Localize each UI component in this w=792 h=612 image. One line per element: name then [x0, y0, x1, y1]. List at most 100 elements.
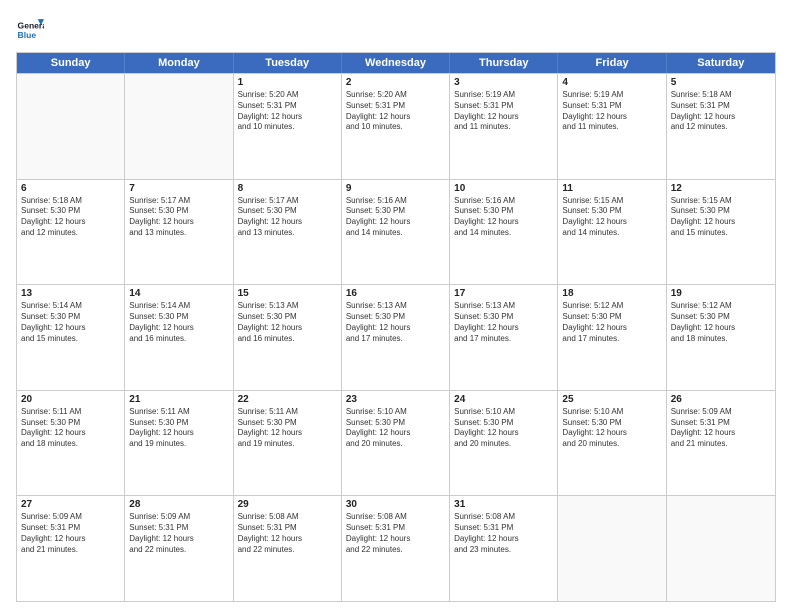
day-info: Sunrise: 5:14 AM Sunset: 5:30 PM Dayligh…: [21, 301, 120, 344]
day-number: 16: [346, 288, 445, 299]
day-cell-18: 18Sunrise: 5:12 AM Sunset: 5:30 PM Dayli…: [558, 285, 666, 390]
header-day-friday: Friday: [558, 53, 666, 73]
day-cell-29: 29 Sunrise: 5:08 AM Sunset: 5:31 PM Dayli…: [234, 496, 342, 601]
day-cell-14: 14 Sunrise: 5:14 AM Sunset: 5:30 PM Dayli…: [125, 285, 233, 390]
day-cell-16: 16Sunrise: 5:13 AM Sunset: 5:30 PM Dayli…: [342, 285, 450, 390]
day-info: Sunrise: 5:19 AM Sunset: 5:31 PM Dayligh…: [454, 90, 553, 133]
header-day-saturday: Saturday: [667, 53, 775, 73]
header-day-tuesday: Tuesday: [234, 53, 342, 73]
day-cell-30: 30 Sunrise: 5:08 AM Sunset: 5:31 PM Dayli…: [342, 496, 450, 601]
day-number: 13: [21, 288, 120, 299]
day-cell-3: 3 Sunrise: 5:19 AM Sunset: 5:31 PM Daylig…: [450, 74, 558, 179]
day-number: 9: [346, 183, 445, 194]
day-info: Sunrise: 5:10 AM Sunset: 5:30 PM Dayligh…: [454, 407, 553, 450]
calendar-row-3: 20Sunrise: 5:11 AM Sunset: 5:30 PM Dayli…: [17, 390, 775, 496]
day-cell-11: 11 Sunrise: 5:15 AM Sunset: 5:30 PM Dayli…: [558, 180, 666, 285]
day-info: Sunrise: 5:18 AM Sunset: 5:30 PM Dayligh…: [21, 196, 120, 239]
day-number: 23: [346, 394, 445, 405]
day-info: Sunrise: 5:15 AM Sunset: 5:30 PM Dayligh…: [671, 196, 771, 239]
day-number: 30: [346, 499, 445, 510]
day-number: 7: [129, 183, 228, 194]
day-info: Sunrise: 5:17 AM Sunset: 5:30 PM Dayligh…: [238, 196, 337, 239]
day-cell-7: 7 Sunrise: 5:17 AM Sunset: 5:30 PM Daylig…: [125, 180, 233, 285]
day-number: 3: [454, 77, 553, 88]
day-number: 17: [454, 288, 553, 299]
day-cell-26: 26Sunrise: 5:09 AM Sunset: 5:31 PM Dayli…: [667, 391, 775, 496]
day-number: 29: [238, 499, 337, 510]
header-day-monday: Monday: [125, 53, 233, 73]
day-cell-28: 28 Sunrise: 5:09 AM Sunset: 5:31 PM Dayli…: [125, 496, 233, 601]
logo-icon: General Blue: [16, 16, 44, 44]
day-info: Sunrise: 5:12 AM Sunset: 5:30 PM Dayligh…: [671, 301, 771, 344]
day-info: Sunrise: 5:20 AM Sunset: 5:31 PM Dayligh…: [238, 90, 337, 133]
day-info: Sunrise: 5:11 AM Sunset: 5:30 PM Dayligh…: [21, 407, 120, 450]
day-info: Sunrise: 5:11 AM Sunset: 5:30 PM Dayligh…: [129, 407, 228, 450]
day-info: Sunrise: 5:11 AM Sunset: 5:30 PM Dayligh…: [238, 407, 337, 450]
day-cell-17: 17 Sunrise: 5:13 AM Sunset: 5:30 PM Dayli…: [450, 285, 558, 390]
day-number: 6: [21, 183, 120, 194]
header-day-thursday: Thursday: [450, 53, 558, 73]
day-cell-23: 23 Sunrise: 5:10 AM Sunset: 5:30 PM Dayli…: [342, 391, 450, 496]
day-cell-27: 27 Sunrise: 5:09 AM Sunset: 5:31 PM Dayli…: [17, 496, 125, 601]
day-info: Sunrise: 5:14 AM Sunset: 5:30 PM Dayligh…: [129, 301, 228, 344]
day-cell-1: 1Sunrise: 5:20 AM Sunset: 5:31 PM Daylig…: [234, 74, 342, 179]
calendar-header: SundayMondayTuesdayWednesdayThursdayFrid…: [17, 53, 775, 73]
empty-cell: [125, 74, 233, 179]
day-info: Sunrise: 5:09 AM Sunset: 5:31 PM Dayligh…: [21, 512, 120, 555]
day-info: Sunrise: 5:10 AM Sunset: 5:30 PM Dayligh…: [562, 407, 661, 450]
day-number: 25: [562, 394, 661, 405]
calendar-row-4: 27 Sunrise: 5:09 AM Sunset: 5:31 PM Dayli…: [17, 495, 775, 601]
day-number: 14: [129, 288, 228, 299]
day-cell-25: 25 Sunrise: 5:10 AM Sunset: 5:30 PM Dayli…: [558, 391, 666, 496]
calendar: SundayMondayTuesdayWednesdayThursdayFrid…: [16, 52, 776, 602]
day-cell-22: 22 Sunrise: 5:11 AM Sunset: 5:30 PM Dayli…: [234, 391, 342, 496]
calendar-row-1: 6 Sunrise: 5:18 AM Sunset: 5:30 PM Daylig…: [17, 179, 775, 285]
day-info: Sunrise: 5:17 AM Sunset: 5:30 PM Dayligh…: [129, 196, 228, 239]
day-info: Sunrise: 5:08 AM Sunset: 5:31 PM Dayligh…: [346, 512, 445, 555]
day-info: Sunrise: 5:19 AM Sunset: 5:31 PM Dayligh…: [562, 90, 661, 133]
day-cell-31: 31 Sunrise: 5:08 AM Sunset: 5:31 PM Dayli…: [450, 496, 558, 601]
day-info: Sunrise: 5:13 AM Sunset: 5:30 PM Dayligh…: [454, 301, 553, 344]
day-number: 21: [129, 394, 228, 405]
day-number: 8: [238, 183, 337, 194]
header-day-wednesday: Wednesday: [342, 53, 450, 73]
day-number: 10: [454, 183, 553, 194]
calendar-row-0: 1Sunrise: 5:20 AM Sunset: 5:31 PM Daylig…: [17, 73, 775, 179]
logo: General Blue: [16, 16, 48, 44]
day-cell-4: 4Sunrise: 5:19 AM Sunset: 5:31 PM Daylig…: [558, 74, 666, 179]
day-info: Sunrise: 5:09 AM Sunset: 5:31 PM Dayligh…: [671, 407, 771, 450]
calendar-body: 1Sunrise: 5:20 AM Sunset: 5:31 PM Daylig…: [17, 73, 775, 601]
day-info: Sunrise: 5:15 AM Sunset: 5:30 PM Dayligh…: [562, 196, 661, 239]
day-info: Sunrise: 5:08 AM Sunset: 5:31 PM Dayligh…: [454, 512, 553, 555]
day-number: 5: [671, 77, 771, 88]
day-info: Sunrise: 5:18 AM Sunset: 5:31 PM Dayligh…: [671, 90, 771, 133]
day-number: 18: [562, 288, 661, 299]
empty-cell: [667, 496, 775, 601]
day-number: 19: [671, 288, 771, 299]
day-number: 27: [21, 499, 120, 510]
day-info: Sunrise: 5:08 AM Sunset: 5:31 PM Dayligh…: [238, 512, 337, 555]
empty-cell: [17, 74, 125, 179]
day-cell-19: 19 Sunrise: 5:12 AM Sunset: 5:30 PM Dayli…: [667, 285, 775, 390]
day-info: Sunrise: 5:20 AM Sunset: 5:31 PM Dayligh…: [346, 90, 445, 133]
day-number: 2: [346, 77, 445, 88]
day-info: Sunrise: 5:16 AM Sunset: 5:30 PM Dayligh…: [454, 196, 553, 239]
day-number: 11: [562, 183, 661, 194]
day-number: 22: [238, 394, 337, 405]
day-cell-12: 12 Sunrise: 5:15 AM Sunset: 5:30 PM Dayli…: [667, 180, 775, 285]
day-info: Sunrise: 5:10 AM Sunset: 5:30 PM Dayligh…: [346, 407, 445, 450]
day-number: 31: [454, 499, 553, 510]
day-number: 12: [671, 183, 771, 194]
day-info: Sunrise: 5:16 AM Sunset: 5:30 PM Dayligh…: [346, 196, 445, 239]
header-day-sunday: Sunday: [17, 53, 125, 73]
day-cell-5: 5 Sunrise: 5:18 AM Sunset: 5:31 PM Daylig…: [667, 74, 775, 179]
day-info: Sunrise: 5:09 AM Sunset: 5:31 PM Dayligh…: [129, 512, 228, 555]
day-number: 15: [238, 288, 337, 299]
day-cell-20: 20Sunrise: 5:11 AM Sunset: 5:30 PM Dayli…: [17, 391, 125, 496]
day-cell-24: 24 Sunrise: 5:10 AM Sunset: 5:30 PM Dayli…: [450, 391, 558, 496]
day-number: 24: [454, 394, 553, 405]
day-cell-8: 8 Sunrise: 5:17 AM Sunset: 5:30 PM Daylig…: [234, 180, 342, 285]
day-number: 28: [129, 499, 228, 510]
day-cell-21: 21 Sunrise: 5:11 AM Sunset: 5:30 PM Dayli…: [125, 391, 233, 496]
day-cell-15: 15Sunrise: 5:13 AM Sunset: 5:30 PM Dayli…: [234, 285, 342, 390]
